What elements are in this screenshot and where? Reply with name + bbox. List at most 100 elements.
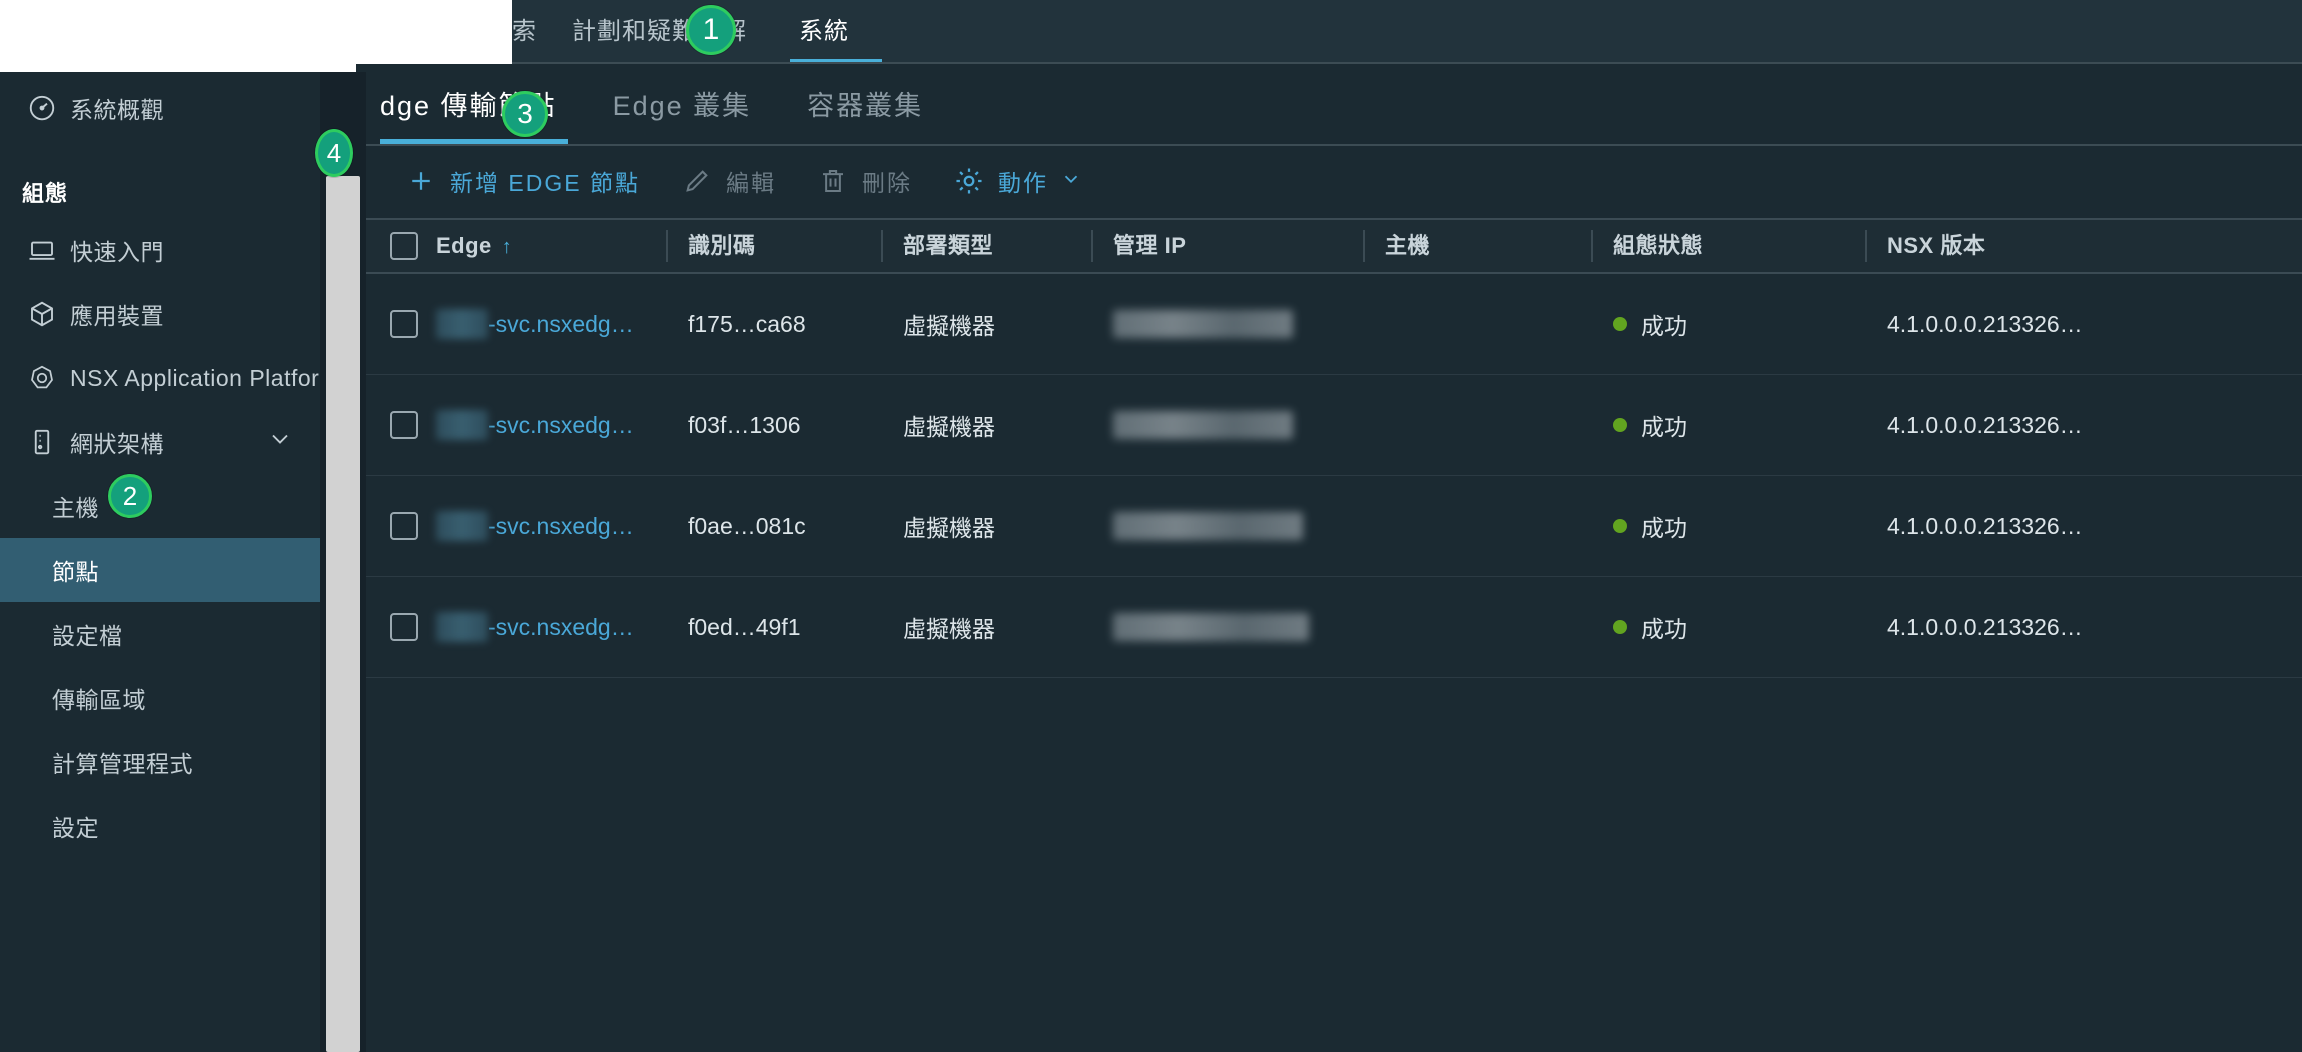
actions-button[interactable]: 動作 [932,148,1102,214]
cell-nsx-version: 4.1.0.0.0.213326… [1887,613,2083,640]
status-dot-success-icon [1613,620,1627,634]
callout-badge-1: 1 [686,5,736,55]
select-all-cell [366,232,418,260]
redacted-hostname-prefix [436,511,488,541]
delete-label: 刪除 [861,170,912,196]
column-header-edge[interactable]: Edge ↑ [418,218,666,274]
sidebar-item-compute-managers[interactable]: 計算管理程式 [0,730,320,794]
sidebar-item-quick-start[interactable]: 快速入門 [0,218,320,282]
cell-uuid: f0ed…49f1 [688,613,801,640]
cell-uuid: f0ae…081c [688,512,806,539]
sub-tab-bar: dge 傳輸節點 Edge 叢集 容器叢集 [356,64,2302,148]
left-sidebar: 系統概觀 組態 快速入門 應用裝置 NSX Application Platfo… [0,72,338,1052]
gauge-icon [22,93,62,123]
topnav-item-system[interactable]: 系統 [773,0,875,64]
cell-config-state: 成功 [1591,577,1865,678]
row-checkbox[interactable] [390,613,418,641]
cell-config-state: 成功 [1591,375,1865,476]
redacted-hostname-prefix [436,612,488,642]
cell-host [1363,375,1591,476]
cell-nsx-version: 4.1.0.0.0.213326… [1887,310,2083,337]
gear-icon [952,164,986,198]
select-all-checkbox[interactable] [390,232,418,260]
sidebar-item-nsx-application-platform[interactable]: NSX Application Platform [0,346,338,410]
column-header-host[interactable]: 主機 [1363,218,1591,274]
sidebar-item-fabric[interactable]: 網狀架構 [0,410,320,474]
row-checkbox[interactable] [390,512,418,540]
tab-edge-transport-nodes[interactable]: dge 傳輸節點 [380,64,585,148]
sidebar-item-hosts[interactable]: 主機 [0,474,320,538]
redacted-hostname-prefix [436,410,488,440]
row-select-cell [366,512,418,540]
sidebar-item-settings[interactable]: 設定 [0,794,320,858]
sidebar-scroll-thumb[interactable] [326,176,360,1052]
chevron-down-icon[interactable] [266,425,294,459]
row-select-cell [366,310,418,338]
cell-deployment-type: 虛擬機器 [903,313,995,339]
row-select-cell [366,411,418,439]
global-nav-bar: 索 計劃和疑難排解 系統 [512,0,2302,64]
sidebar-item-appliances[interactable]: 應用裝置 [0,282,320,346]
add-edge-node-label: 新增 EDGE 節點 [450,170,640,196]
trash-icon [816,164,850,198]
edge-transport-nodes-table: Edge ↑ 識別碼 部署類型 管理 IP 主機 組態狀態 NSX 版本 -svc… [366,218,2302,1052]
cell-deployment-type: 虛擬機器 [903,515,995,541]
server-icon [22,427,62,457]
edge-name-suffix: -svc.nsxedg… [488,512,634,539]
table-row[interactable]: -svc.nsxedg… f0ae…081c 虛擬機器 成功 4.1.0.0.0… [366,476,2302,577]
table-row[interactable]: -svc.nsxedg… f0ed…49f1 虛擬機器 成功 4.1.0.0.0… [366,577,2302,678]
table-row[interactable]: -svc.nsxedg… f03f…1306 虛擬機器 成功 4.1.0.0.0… [366,375,2302,476]
config-state-label: 成功 [1641,313,1687,339]
column-header-nsx-version[interactable]: NSX 版本 [1865,218,2285,274]
sidebar-label-nsx-application-platform: NSX Application Platform [70,364,339,391]
config-state-label: 成功 [1641,515,1687,541]
tab-container-clusters[interactable]: 容器叢集 [779,64,951,148]
table-toolbar: 新增 EDGE 節點 編輯 刪除 動作 [366,148,2302,214]
sidebar-section-configuration: 組態 [22,181,69,206]
column-header-uuid[interactable]: 識別碼 [666,218,881,274]
cell-edge-name[interactable]: -svc.nsxedg… [418,274,666,375]
sidebar-label-quick-start: 快速入門 [70,239,164,265]
sidebar-item-system-overview[interactable]: 系統概觀 [0,72,320,144]
sidebar-label-settings: 設定 [52,815,99,841]
column-header-deployment-type[interactable]: 部署類型 [881,218,1091,274]
cell-host [1363,274,1591,375]
redacted-hostname-prefix [436,309,488,339]
sidebar-label-hosts: 主機 [52,495,99,521]
sidebar-item-profiles[interactable]: 設定檔 [0,602,320,666]
laptop-icon [22,235,62,265]
table-row[interactable]: -svc.nsxedg… f175…ca68 虛擬機器 成功 4.1.0.0.0… [366,274,2302,375]
topnav-item-truncated[interactable]: 索 [512,0,546,64]
redacted-management-ip [1113,512,1303,540]
cell-config-state: 成功 [1591,274,1865,375]
cell-uuid: f03f…1306 [688,411,801,438]
callout-badge-2: 2 [108,474,152,518]
column-header-management-ip[interactable]: 管理 IP [1091,218,1363,274]
row-checkbox[interactable] [390,310,418,338]
add-edge-node-button[interactable]: 新增 EDGE 節點 [384,148,660,214]
callout-badge-3: 3 [502,91,548,137]
cell-edge-name[interactable]: -svc.nsxedg… [418,476,666,577]
cell-management-ip [1091,577,1363,678]
cell-config-state: 成功 [1591,476,1865,577]
status-dot-success-icon [1613,418,1627,432]
redacted-management-ip [1113,310,1293,338]
edge-name-suffix: -svc.nsxedg… [488,613,634,640]
callout-badge-4: 4 [315,129,353,177]
chevron-down-icon [1060,168,1082,195]
row-checkbox[interactable] [390,411,418,439]
tab-edge-clusters[interactable]: Edge 叢集 [585,64,780,148]
edit-label: 編輯 [725,170,776,196]
cell-edge-name[interactable]: -svc.nsxedg… [418,375,666,476]
sidebar-item-transport-zones[interactable]: 傳輸區域 [0,666,320,730]
sidebar-label-fabric: 網狀架構 [70,431,164,457]
cell-edge-name[interactable]: -svc.nsxedg… [418,577,666,678]
edit-button[interactable]: 編輯 [660,148,796,214]
config-state-label: 成功 [1641,414,1687,440]
topnav-item-plan-troubleshoot[interactable]: 計劃和疑難排解 [546,0,773,64]
sidebar-item-nodes[interactable]: 節點 [0,538,320,602]
actions-label: 動作 [997,170,1048,196]
column-header-config-state[interactable]: 組態狀態 [1591,218,1865,274]
column-label-edge: Edge [436,233,492,258]
delete-button[interactable]: 刪除 [796,148,932,214]
